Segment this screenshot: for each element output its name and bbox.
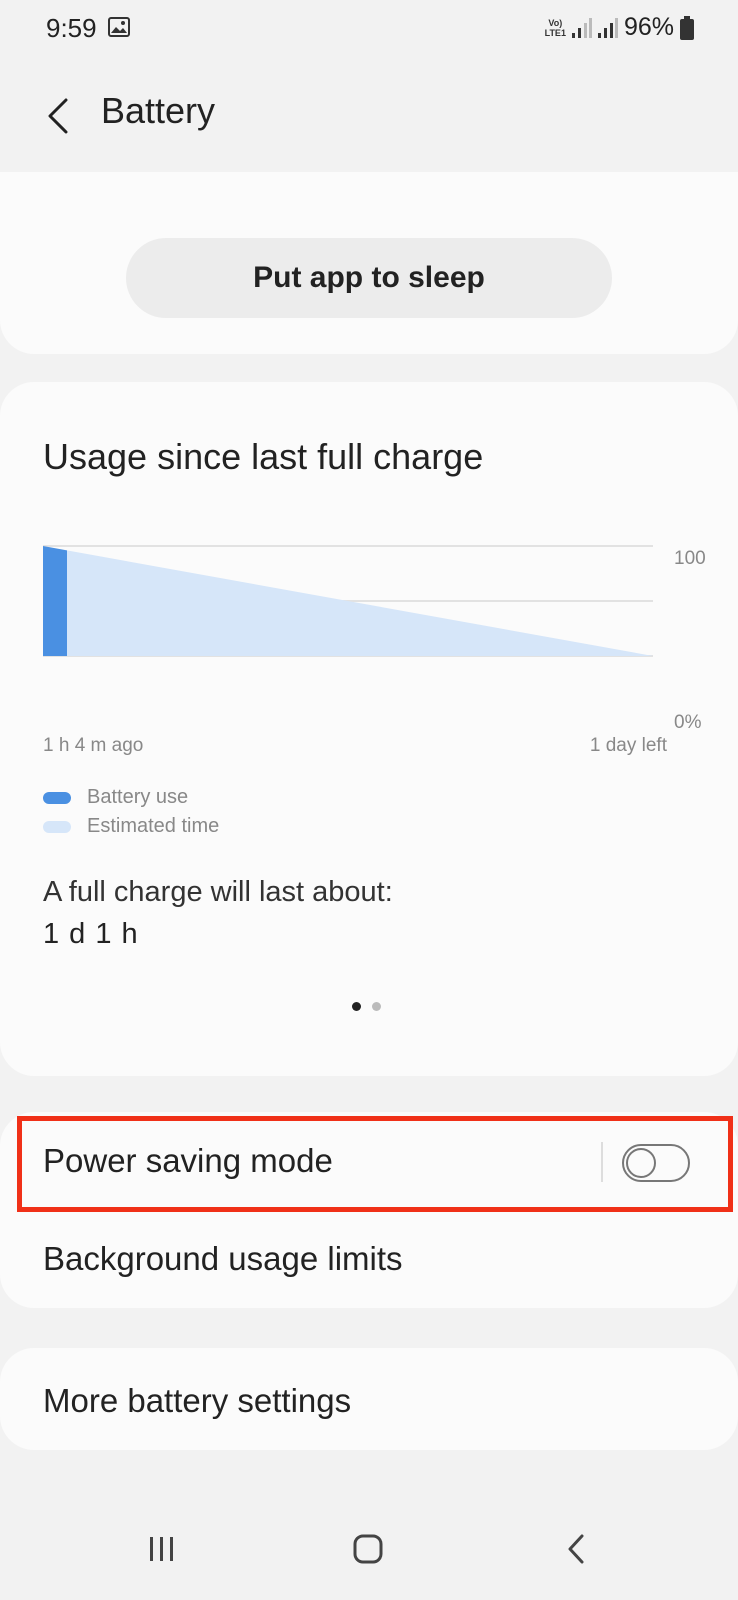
more-battery-settings-row[interactable]: More battery settings [0, 1348, 738, 1450]
y-tick-label-bottom: 0% [674, 712, 702, 733]
battery-icon [680, 15, 694, 40]
estimated-time-area [67, 550, 653, 656]
gallery-icon [108, 17, 130, 37]
battery-use-area [43, 546, 67, 656]
background-usage-limits-label: Background usage limits [43, 1240, 403, 1277]
legend-swatch-battery-use [43, 791, 71, 804]
legend-estimated-time: Estimated time [43, 815, 219, 838]
recents-icon[interactable] [146, 1534, 178, 1564]
full-charge-label: A full charge will last about: [43, 876, 393, 908]
signal-icon [571, 17, 592, 38]
put-app-to-sleep-button[interactable]: Put app to sleep [126, 238, 612, 318]
chevron-left-icon [48, 98, 68, 134]
more-battery-settings-label: More battery settings [43, 1382, 352, 1419]
usage-card[interactable]: Usage since last full charge 100 0% 1 h … [0, 382, 738, 1076]
page-dot-active [352, 1002, 361, 1011]
usage-title: Usage since last full charge [43, 436, 484, 477]
status-icons: Vo) LTE1 96% [545, 13, 694, 42]
x-start-label: 1 h 4 m ago [43, 735, 144, 756]
background-usage-limits-row[interactable]: Background usage limits [0, 1212, 738, 1308]
back-icon[interactable] [562, 1532, 590, 1566]
legend-battery-use: Battery use [43, 786, 188, 809]
app-sleep-card: Put app to sleep [0, 172, 738, 354]
status-bar: 9:59 Vo) LTE1 96% [0, 0, 738, 62]
legend-label: Estimated time [87, 815, 220, 837]
navigation-bar [0, 1512, 738, 1600]
legend-label: Battery use [87, 786, 189, 808]
page-dot [372, 1002, 381, 1011]
battery-usage-chart [43, 545, 653, 657]
app-header: Battery [0, 62, 738, 172]
signal-icon [597, 17, 618, 38]
page-indicator[interactable] [352, 1002, 392, 1011]
back-button[interactable] [38, 86, 78, 146]
x-end-label: 1 day left [589, 735, 667, 756]
y-tick-label-top: 100 [674, 548, 706, 569]
legend-swatch-estimated-time [43, 820, 71, 833]
battery-percent: 96% [623, 13, 674, 41]
highlight-box [17, 1116, 733, 1212]
status-time: 9:59 [46, 13, 97, 43]
home-icon[interactable] [352, 1534, 384, 1564]
network-type-label: Vo) LTE1 [544, 17, 566, 38]
page-title: Battery [101, 90, 216, 131]
full-charge-value: 1 d 1 h [43, 918, 139, 950]
